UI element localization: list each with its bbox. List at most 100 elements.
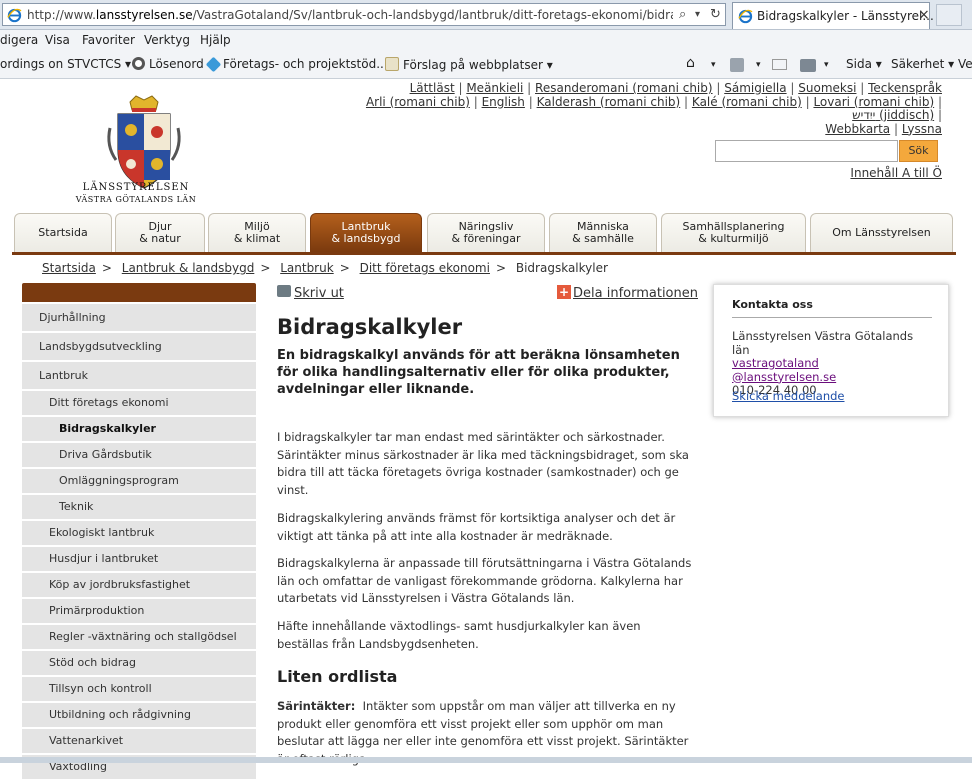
lang-link[interactable]: Arli (romani chib): [366, 95, 470, 109]
url-path: /VastraGotaland/Sv/lantbruk-och-landsbyg…: [192, 8, 673, 22]
contact-email-link[interactable]: @lansstyrelsen.se: [732, 370, 836, 384]
lang-line: Webbkarta | Lyssna: [825, 121, 942, 136]
breadcrumb-link[interactable]: Ditt företags ekonomi: [360, 261, 490, 275]
new-tab-button[interactable]: [936, 4, 962, 26]
sidebar-item[interactable]: Husdjur i lantbruket: [22, 547, 256, 571]
menu-bar: digera Visa Favoriter Verktyg Hjälp: [0, 30, 972, 52]
nav-tab-label: Samhällsplanering & kulturmiljö: [682, 220, 785, 245]
search-icon[interactable]: ⌕: [679, 7, 686, 22]
tools-menu[interactable]: Ve: [958, 57, 972, 71]
refresh-icon[interactable]: ↻: [710, 7, 721, 22]
menu-item[interactable]: Visa: [45, 33, 70, 47]
sidebar-item[interactable]: Teknik: [22, 495, 256, 519]
listen-link[interactable]: Lyssna: [902, 122, 942, 136]
coat-of-arms-logo[interactable]: [88, 94, 200, 194]
breadcrumb-current: Bidragskalkyler: [515, 261, 608, 275]
sidebar-item[interactable]: Djurhållning: [22, 304, 256, 331]
breadcrumb-link[interactable]: Lantbruk: [280, 261, 333, 275]
nav-tab-label: Lantbruk & landsbygd: [331, 220, 401, 245]
breadcrumb-link[interactable]: Startsida: [42, 261, 96, 275]
sidebar-item[interactable]: Ekologiskt lantbruk: [22, 521, 256, 545]
sidebar-item[interactable]: Driva Gårdsbutik: [22, 443, 256, 467]
lang-link[interactable]: ייִדיש (jiddisch): [852, 108, 934, 122]
lang-link[interactable]: Lovari (romani chib): [813, 95, 934, 109]
sidebar-item[interactable]: Utbildning och rådgivning: [22, 703, 256, 727]
sidebar-item[interactable]: Regler -växtnäring och stallgödsel: [22, 625, 256, 649]
sidebar-item[interactable]: Tillsyn och kontroll: [22, 677, 256, 701]
printer-icon[interactable]: [800, 59, 816, 72]
close-icon[interactable]: ×: [918, 7, 930, 23]
nav-tab-startsida[interactable]: Startsida: [14, 213, 112, 252]
lang-line: Lättläst | Meänkieli | Resanderomani (ro…: [409, 81, 942, 95]
sidebar-nav: Djurhållning Landsbygdsutveckling Lantbr…: [22, 283, 256, 779]
lang-link[interactable]: Lättläst: [410, 81, 455, 95]
mail-icon[interactable]: [772, 59, 787, 70]
lead-paragraph: En bidragskalkyl används för att beräkna…: [277, 348, 680, 397]
paragraph: Häfte innehållande växtodlings- samt hus…: [277, 619, 641, 651]
chevron-down-icon[interactable]: ▾: [756, 60, 761, 70]
sidebar-item[interactable]: Primärproduktion: [22, 599, 256, 623]
address-bar[interactable]: http://www.lansstyrelsen.se/VastraGotala…: [2, 3, 726, 26]
print-link[interactable]: Skriv ut: [277, 285, 344, 301]
address-bar-row: http://www.lansstyrelsen.se/VastraGotala…: [0, 0, 972, 30]
safety-menu[interactable]: Säkerhet ▾: [891, 57, 954, 71]
url-domain: lansstyrelsen.se: [95, 8, 193, 22]
breadcrumb-link[interactable]: Lantbruk & landsbygd: [122, 261, 255, 275]
nav-tab-manniska[interactable]: Människa & samhälle: [549, 213, 657, 252]
print-label: Skriv ut: [294, 286, 344, 301]
home-icon[interactable]: ⌂: [686, 55, 695, 71]
favorite-item[interactable]: Förslag på webbplatser ▾: [385, 57, 553, 72]
lang-link[interactable]: English: [482, 95, 525, 109]
sidebar-item[interactable]: Vattenarkivet: [22, 729, 256, 753]
lang-link[interactable]: Resanderomani (romani chib): [535, 81, 713, 95]
favorite-item[interactable]: Företags- och projektstöd...: [205, 56, 388, 73]
nav-tab-om[interactable]: Om Länsstyrelsen: [810, 213, 953, 252]
nav-tab-naringsliv[interactable]: Näringsliv & föreningar: [427, 213, 545, 252]
chevron-down-icon[interactable]: ▾: [711, 60, 716, 70]
lang-link[interactable]: Suomeksi: [798, 81, 856, 95]
share-link[interactable]: + Dela informationen: [557, 285, 698, 301]
sidebar-item-selected[interactable]: Bidragskalkyler: [22, 417, 256, 441]
sidebar-item[interactable]: Stöd och bidrag: [22, 651, 256, 675]
lang-link[interactable]: Kalderash (romani chib): [537, 95, 681, 109]
dropdown-icon[interactable]: ▾: [695, 9, 700, 20]
favorite-label: Förslag på webbplatser ▾: [403, 58, 553, 72]
favorite-item[interactable]: Lösenord: [132, 57, 204, 71]
send-message-link[interactable]: Skicka meddelande: [732, 389, 845, 403]
main-navigation: Startsida Djur & natur Miljö & klimat La…: [12, 213, 956, 255]
menu-item[interactable]: Favoriter: [82, 33, 135, 47]
url-prefix: http://www.: [27, 8, 96, 22]
contact-email-link[interactable]: vastragotaland: [732, 356, 819, 370]
favorite-item[interactable]: ordings on STVCTCS ▾: [0, 57, 131, 71]
lang-link[interactable]: Sámigiella: [724, 81, 786, 95]
ie-icon: [738, 9, 753, 24]
paragraph: Bidragskalkylerna är anpassade till föru…: [277, 556, 692, 605]
nav-tab-samhallsplanering[interactable]: Samhällsplanering & kulturmiljö: [661, 213, 806, 252]
window-bottom-edge: [0, 757, 972, 763]
nav-tab-djur[interactable]: Djur & natur: [115, 213, 205, 252]
sidebar-item[interactable]: Köp av jordbruksfastighet: [22, 573, 256, 597]
url-text[interactable]: http://www.lansstyrelsen.se/VastraGotala…: [27, 8, 673, 22]
page-menu[interactable]: Sida ▾: [846, 57, 882, 71]
menu-item[interactable]: digera: [0, 33, 38, 47]
lang-link[interactable]: Kalé (romani chib): [692, 95, 802, 109]
feed-icon[interactable]: [730, 58, 744, 72]
sidebar-item[interactable]: Omläggningsprogram: [22, 469, 256, 493]
sidebar-item[interactable]: Ditt företags ekonomi: [22, 391, 256, 415]
search-button[interactable]: Sök: [899, 140, 938, 162]
menu-item[interactable]: Hjälp: [200, 33, 231, 47]
search-input[interactable]: [715, 140, 898, 162]
nav-tab-miljo[interactable]: Miljö & klimat: [208, 213, 306, 252]
sidebar-item[interactable]: Landsbygdsutveckling: [22, 333, 256, 360]
contents-link[interactable]: Innehåll A till Ö: [850, 166, 942, 180]
lang-link[interactable]: Meänkieli: [466, 81, 523, 95]
printer-icon: [277, 285, 291, 297]
nav-tab-lantbruk[interactable]: Lantbruk & landsbygd: [310, 213, 422, 252]
sidebar-item[interactable]: Lantbruk: [22, 362, 256, 389]
chevron-down-icon[interactable]: ▾: [824, 60, 829, 70]
menu-item[interactable]: Verktyg: [144, 33, 190, 47]
browser-tab[interactable]: Bidragskalkyler - Länsstyrel... ×: [732, 2, 934, 29]
sitemap-link[interactable]: Webbkarta: [825, 122, 890, 136]
glossary-term: Särintäkter:: [277, 699, 356, 713]
lang-link[interactable]: Teckenspråk: [868, 81, 942, 95]
